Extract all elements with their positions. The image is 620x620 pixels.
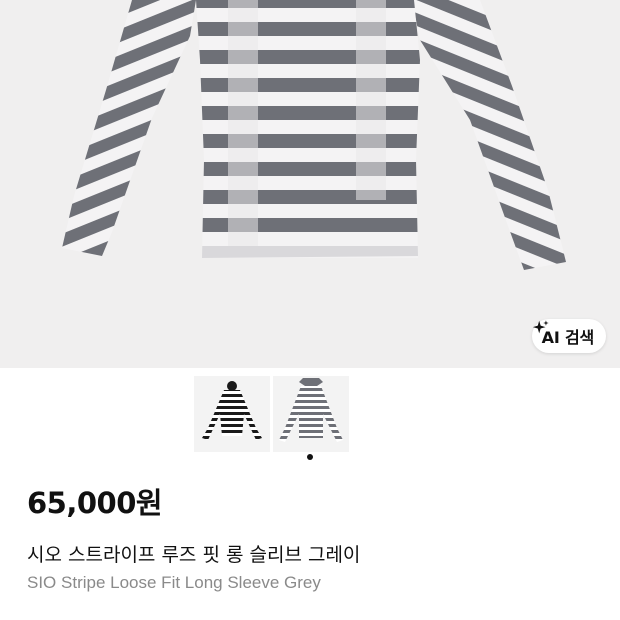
product-image [62, 0, 566, 270]
product-title-korean: 시오 스트라이프 루즈 핏 롱 슬리브 그레이 [27, 544, 361, 566]
product-image-area[interactable]: AI 검색 [0, 0, 620, 368]
product-price: 65,000원 [27, 486, 163, 520]
ai-search-button[interactable]: AI 검색 [531, 319, 606, 353]
thumbnail-black-stripe[interactable] [194, 376, 270, 452]
thumbnail-grey-stripe[interactable] [273, 376, 349, 452]
carousel-indicator-dot [307, 454, 313, 460]
sparkle-icon [532, 320, 549, 334]
thumbnail-image [279, 378, 343, 442]
product-title-english: SIO Stripe Loose Fit Long Sleeve Grey [27, 573, 321, 592]
left-sleeve [62, 0, 196, 256]
thumbnail-image [202, 381, 262, 440]
left-placket [228, 0, 258, 246]
thumbnail-strip [194, 376, 349, 452]
right-sleeve [412, 0, 566, 270]
right-placket [356, 0, 386, 200]
